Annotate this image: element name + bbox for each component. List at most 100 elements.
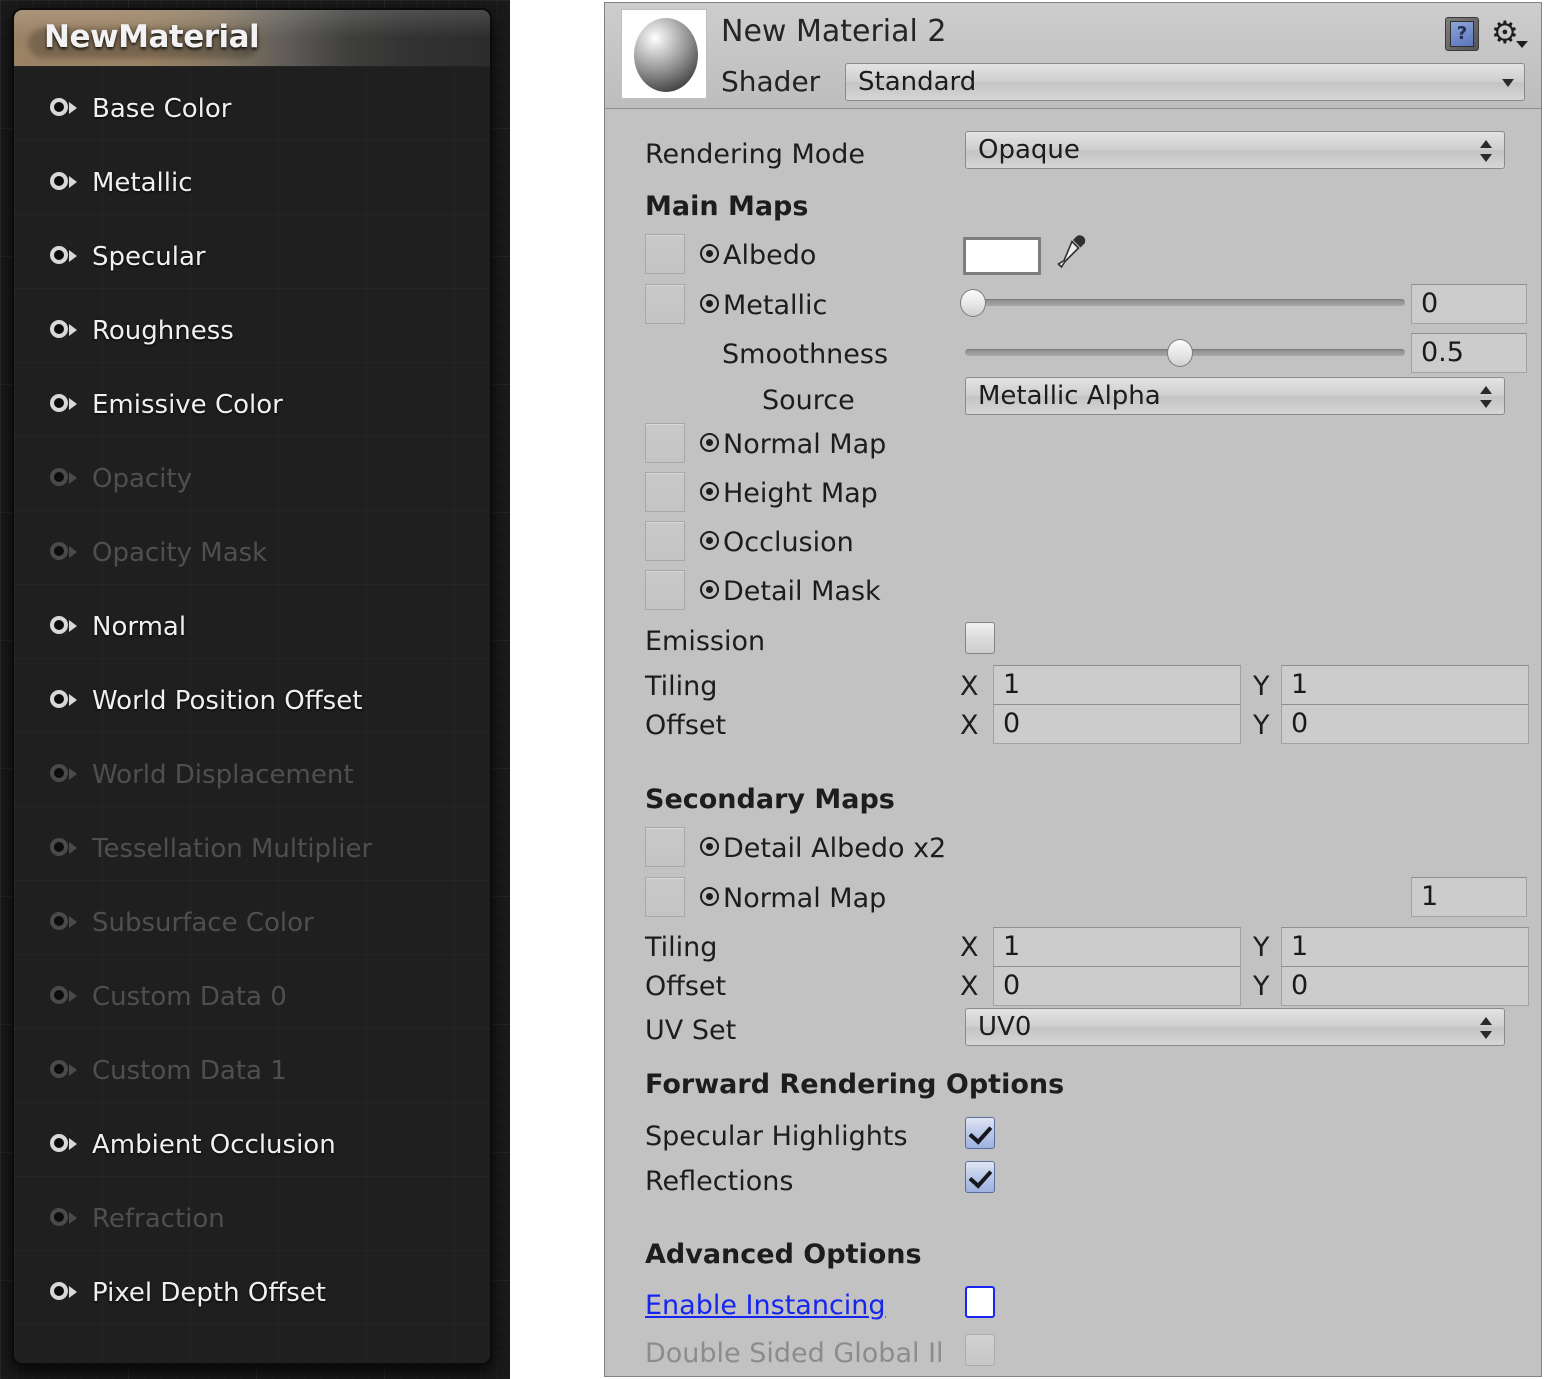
- secondary-tiling-y-tag: Y: [1253, 932, 1270, 963]
- pin-connector-icon[interactable]: [50, 1281, 80, 1305]
- node-title-bar[interactable]: NewMaterial: [14, 10, 490, 66]
- pin-connector-icon[interactable]: [50, 541, 80, 565]
- node-pin-label: Opacity Mask: [92, 538, 268, 568]
- uv-set-dropdown[interactable]: UV0: [965, 1008, 1505, 1046]
- chevron-updown-icon: [1480, 386, 1492, 408]
- material-preview-thumbnail[interactable]: [621, 9, 707, 99]
- metallic-radio-icon[interactable]: [700, 294, 719, 313]
- node-pin-emissive-color[interactable]: Emissive Color: [14, 368, 490, 442]
- uv-set-value: UV0: [978, 1012, 1032, 1042]
- secondary-normal-map-texture-slot[interactable]: [645, 877, 685, 917]
- node-pin-opacity[interactable]: Opacity: [14, 442, 490, 516]
- node-pin-world-displacement[interactable]: World Displacement: [14, 738, 490, 812]
- albedo-color-swatch[interactable]: [963, 237, 1041, 275]
- node-pin-refraction[interactable]: Refraction: [14, 1182, 490, 1256]
- detail-mask-label: Detail Mask: [723, 576, 881, 607]
- metallic-value-field[interactable]: 0: [1411, 284, 1527, 324]
- pin-connector-icon[interactable]: [50, 985, 80, 1009]
- node-pin-subsurface-color[interactable]: Subsurface Color: [14, 886, 490, 960]
- pin-connector-icon[interactable]: [50, 837, 80, 861]
- gear-icon[interactable]: ⚙: [1491, 17, 1528, 51]
- pin-connector-icon[interactable]: [50, 245, 80, 269]
- node-pin-custom-data-1[interactable]: Custom Data 1: [14, 1034, 490, 1108]
- node-pin-custom-data-0[interactable]: Custom Data 0: [14, 960, 490, 1034]
- height-map-texture-slot[interactable]: [645, 472, 685, 512]
- occlusion-radio-icon[interactable]: [700, 531, 719, 550]
- pin-connector-icon[interactable]: [50, 171, 80, 195]
- detail-albedo-radio-icon[interactable]: [700, 837, 719, 856]
- pin-connector-icon[interactable]: [50, 763, 80, 787]
- node-pin-tessellation-multiplier[interactable]: Tessellation Multiplier: [14, 812, 490, 886]
- main-maps-heading: Main Maps: [645, 191, 809, 222]
- node-pin-label: Specular: [92, 242, 206, 272]
- main-offset-y-field[interactable]: 0: [1281, 704, 1529, 744]
- normal-map-label: Normal Map: [723, 429, 887, 460]
- material-output-node[interactable]: NewMaterial Base Color Metallic Specular…: [12, 8, 492, 1365]
- node-pin-label: Ambient Occlusion: [92, 1130, 336, 1160]
- node-pin-ambient-occlusion[interactable]: Ambient Occlusion: [14, 1108, 490, 1182]
- node-pin-base-color[interactable]: Base Color: [14, 72, 490, 146]
- pin-connector-icon[interactable]: [50, 393, 80, 417]
- advanced-options-heading: Advanced Options: [645, 1239, 922, 1270]
- node-pin-pixel-depth-offset[interactable]: Pixel Depth Offset: [14, 1256, 490, 1330]
- pin-connector-icon[interactable]: [50, 689, 80, 713]
- reflections-checkbox[interactable]: [965, 1161, 995, 1193]
- node-pin-label: World Displacement: [92, 760, 354, 790]
- pin-connector-icon[interactable]: [50, 97, 80, 121]
- secondary-tiling-x-tag: X: [960, 932, 979, 963]
- node-pin-roughness[interactable]: Roughness: [14, 294, 490, 368]
- pin-connector-icon[interactable]: [50, 467, 80, 491]
- smoothness-source-value: Metallic Alpha: [978, 381, 1161, 411]
- pin-connector-icon[interactable]: [50, 1207, 80, 1231]
- main-tiling-y-field[interactable]: 1: [1281, 665, 1529, 705]
- albedo-radio-icon[interactable]: [700, 244, 719, 263]
- pin-connector-icon[interactable]: [50, 615, 80, 639]
- main-offset-x-field[interactable]: 0: [993, 704, 1241, 744]
- smoothness-slider-knob[interactable]: [1167, 339, 1193, 367]
- secondary-tiling-y-field[interactable]: 1: [1281, 927, 1529, 967]
- pin-connector-icon[interactable]: [50, 1059, 80, 1083]
- secondary-offset-label: Offset: [645, 971, 727, 1002]
- node-pin-specular[interactable]: Specular: [14, 220, 490, 294]
- material-inspector-panel: New Material 2 Shader Standard ? ⚙ Rende…: [604, 2, 1542, 1377]
- smoothness-source-dropdown[interactable]: Metallic Alpha: [965, 377, 1505, 415]
- help-icon[interactable]: ?: [1445, 17, 1479, 51]
- metallic-slider-knob[interactable]: [960, 289, 986, 317]
- detail-albedo-texture-slot[interactable]: [645, 827, 685, 867]
- enable-instancing-checkbox[interactable]: [965, 1286, 995, 1318]
- metallic-texture-slot[interactable]: [645, 284, 685, 324]
- node-pin-opacity-mask[interactable]: Opacity Mask: [14, 516, 490, 590]
- eyedropper-icon[interactable]: [1053, 233, 1087, 269]
- node-pin-label: Refraction: [92, 1204, 225, 1234]
- albedo-texture-slot[interactable]: [645, 234, 685, 274]
- occlusion-texture-slot[interactable]: [645, 521, 685, 561]
- node-pin-label: Metallic: [92, 168, 193, 198]
- secondary-normal-map-radio-icon[interactable]: [700, 887, 719, 906]
- detail-mask-texture-slot[interactable]: [645, 570, 685, 610]
- rendering-mode-label: Rendering Mode: [645, 139, 866, 170]
- metallic-slider-track[interactable]: [965, 299, 1405, 306]
- material-graph-canvas[interactable]: NewMaterial Base Color Metallic Specular…: [0, 0, 510, 1379]
- node-pin-normal[interactable]: Normal: [14, 590, 490, 664]
- pin-connector-icon[interactable]: [50, 911, 80, 935]
- pin-connector-icon[interactable]: [50, 1133, 80, 1157]
- shader-dropdown[interactable]: Standard: [845, 63, 1525, 101]
- inspector-body: Rendering Mode Opaque Main Maps Albedo M…: [605, 109, 1541, 1376]
- pin-connector-icon[interactable]: [50, 319, 80, 343]
- specular-highlights-checkbox[interactable]: [965, 1117, 995, 1149]
- height-map-radio-icon[interactable]: [700, 482, 719, 501]
- secondary-normal-map-value-field[interactable]: 1: [1411, 877, 1527, 917]
- node-pin-world-position-offset[interactable]: World Position Offset: [14, 664, 490, 738]
- emission-checkbox[interactable]: [965, 622, 995, 654]
- secondary-offset-x-field[interactable]: 0: [993, 966, 1241, 1006]
- secondary-tiling-x-field[interactable]: 1: [993, 927, 1241, 967]
- detail-mask-radio-icon[interactable]: [700, 580, 719, 599]
- normal-map-radio-icon[interactable]: [700, 433, 719, 452]
- node-pin-metallic[interactable]: Metallic: [14, 146, 490, 220]
- rendering-mode-dropdown[interactable]: Opaque: [965, 131, 1505, 169]
- main-tiling-x-field[interactable]: 1: [993, 665, 1241, 705]
- enable-instancing-label[interactable]: Enable Instancing: [645, 1290, 886, 1321]
- secondary-offset-y-field[interactable]: 0: [1281, 966, 1529, 1006]
- smoothness-value-field[interactable]: 0.5: [1411, 333, 1527, 373]
- normal-map-texture-slot[interactable]: [645, 423, 685, 463]
